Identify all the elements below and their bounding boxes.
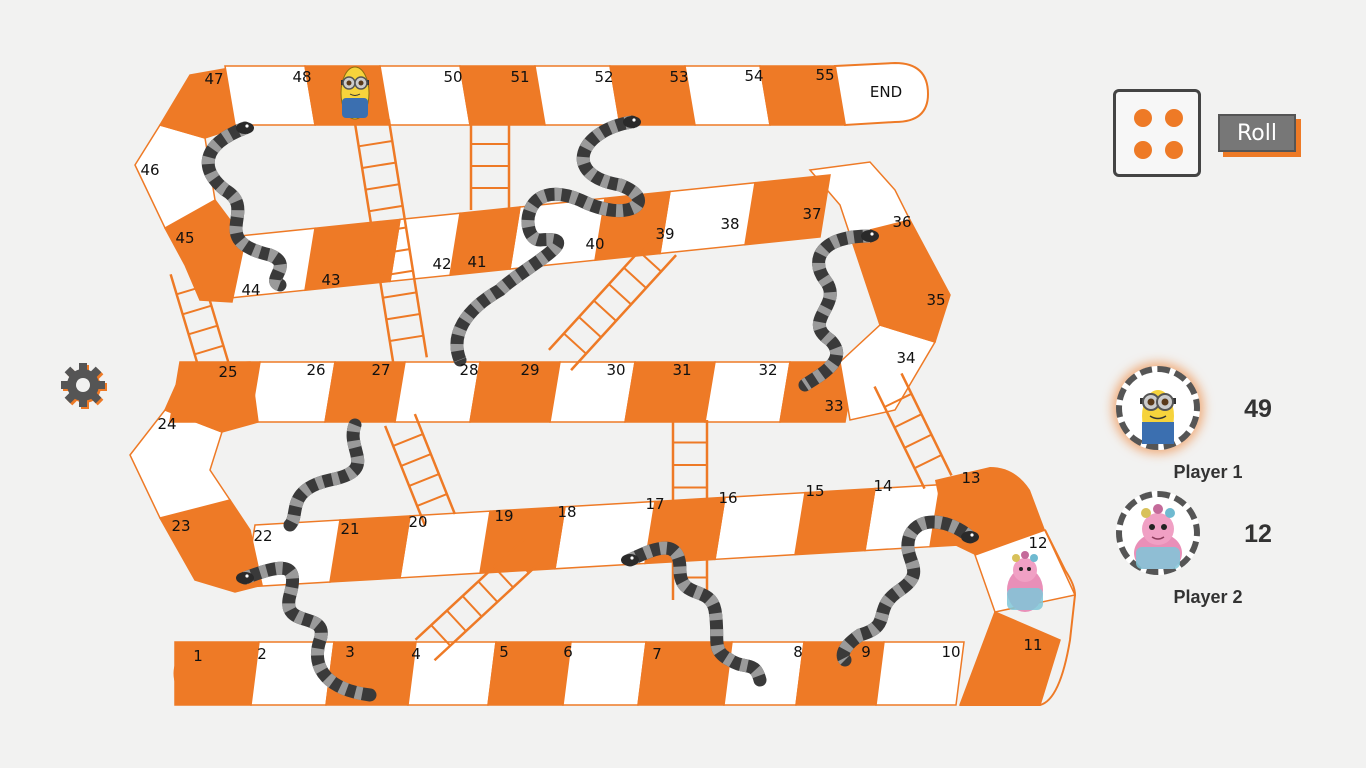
square-label: 11 <box>1023 636 1042 654</box>
square-label: 53 <box>669 68 688 86</box>
square-label: 23 <box>171 517 190 535</box>
square-label: 5 <box>499 643 509 661</box>
minion-icon <box>1140 390 1176 444</box>
square-label: 39 <box>655 225 674 243</box>
square-label: 52 <box>594 68 613 86</box>
square-label: 24 <box>157 415 176 433</box>
square-label: 18 <box>557 503 576 521</box>
square-label: 14 <box>873 477 892 495</box>
square-label: 32 <box>758 361 777 379</box>
square-label: 51 <box>510 68 529 86</box>
player-1-score: 49 <box>1244 395 1272 423</box>
board-square <box>958 611 1061 706</box>
player-2-avatar <box>1116 491 1200 575</box>
square-label: 2 <box>257 645 267 663</box>
dice <box>1113 89 1201 177</box>
square-label: 35 <box>926 291 945 309</box>
gear-icon <box>61 363 107 409</box>
square-label: 26 <box>306 361 325 379</box>
square-label: 10 <box>941 643 960 661</box>
square-label: 1 <box>193 647 203 665</box>
square-label: 31 <box>672 361 691 379</box>
square-label: 40 <box>585 235 604 253</box>
dice-pip <box>1165 109 1183 127</box>
square-label: 15 <box>805 482 824 500</box>
snake-head <box>621 554 639 566</box>
snake-head <box>861 230 879 242</box>
square-label: 28 <box>459 361 478 379</box>
end-label: END <box>870 83 902 101</box>
square-label: 44 <box>241 281 260 299</box>
square-label: 17 <box>645 495 664 513</box>
square-label: 50 <box>443 68 462 86</box>
snake-head <box>623 116 641 128</box>
board-square <box>562 641 647 706</box>
square-label: 16 <box>718 489 737 507</box>
dice-pip <box>1165 141 1183 159</box>
square-label: 12 <box>1028 534 1047 552</box>
board-track <box>129 61 1077 706</box>
square-label: 38 <box>720 215 739 233</box>
ladder <box>469 122 511 210</box>
square-label: 4 <box>411 645 421 663</box>
square-label: 45 <box>175 229 194 247</box>
square-label: 46 <box>140 161 159 179</box>
square-label: 8 <box>793 643 803 661</box>
square-label: 29 <box>520 361 539 379</box>
square-label: 22 <box>253 527 272 545</box>
square-label: 33 <box>824 397 843 415</box>
snake-head <box>236 572 254 584</box>
square-label: 47 <box>204 70 223 88</box>
square-label: 34 <box>896 349 915 367</box>
snake-head <box>236 122 254 134</box>
player-2-name: Player 2 <box>1173 587 1243 607</box>
snake-head <box>961 531 979 543</box>
square-label: 55 <box>815 66 834 84</box>
board-square <box>324 361 406 423</box>
square-label: 37 <box>802 205 821 223</box>
square-label: 21 <box>340 520 359 538</box>
player-1-name: Player 1 <box>1173 462 1243 482</box>
square-label: 36 <box>892 213 911 231</box>
roll-button[interactable]: Roll <box>1218 114 1296 152</box>
snake <box>283 418 365 532</box>
board-square <box>624 361 716 423</box>
square-label: 20 <box>408 513 427 531</box>
dice-pip <box>1134 109 1152 127</box>
square-label: 3 <box>345 643 355 661</box>
square-label: 43 <box>321 271 340 289</box>
ladder <box>383 413 457 527</box>
settings-button[interactable] <box>56 358 110 412</box>
square-label: 48 <box>292 68 311 86</box>
player-2-score: 12 <box>1244 520 1272 548</box>
square-label: 19 <box>494 507 513 525</box>
square-label: 9 <box>861 643 871 661</box>
square-label: 27 <box>371 361 390 379</box>
square-label: 7 <box>652 645 662 663</box>
square-label: 6 <box>563 643 573 661</box>
board-square <box>459 65 546 126</box>
board-square <box>469 361 561 423</box>
square-label: 30 <box>606 361 625 379</box>
player-1-avatar <box>1116 366 1200 450</box>
square-label: 42 <box>432 255 451 273</box>
pink-granny-icon <box>1134 504 1182 573</box>
dice-pip <box>1134 141 1152 159</box>
square-label: 25 <box>218 363 237 381</box>
board-square <box>407 641 497 706</box>
square-label: 41 <box>467 253 486 271</box>
square-label: 54 <box>744 67 763 85</box>
player-1-token <box>340 66 370 120</box>
square-label: 13 <box>961 469 980 487</box>
